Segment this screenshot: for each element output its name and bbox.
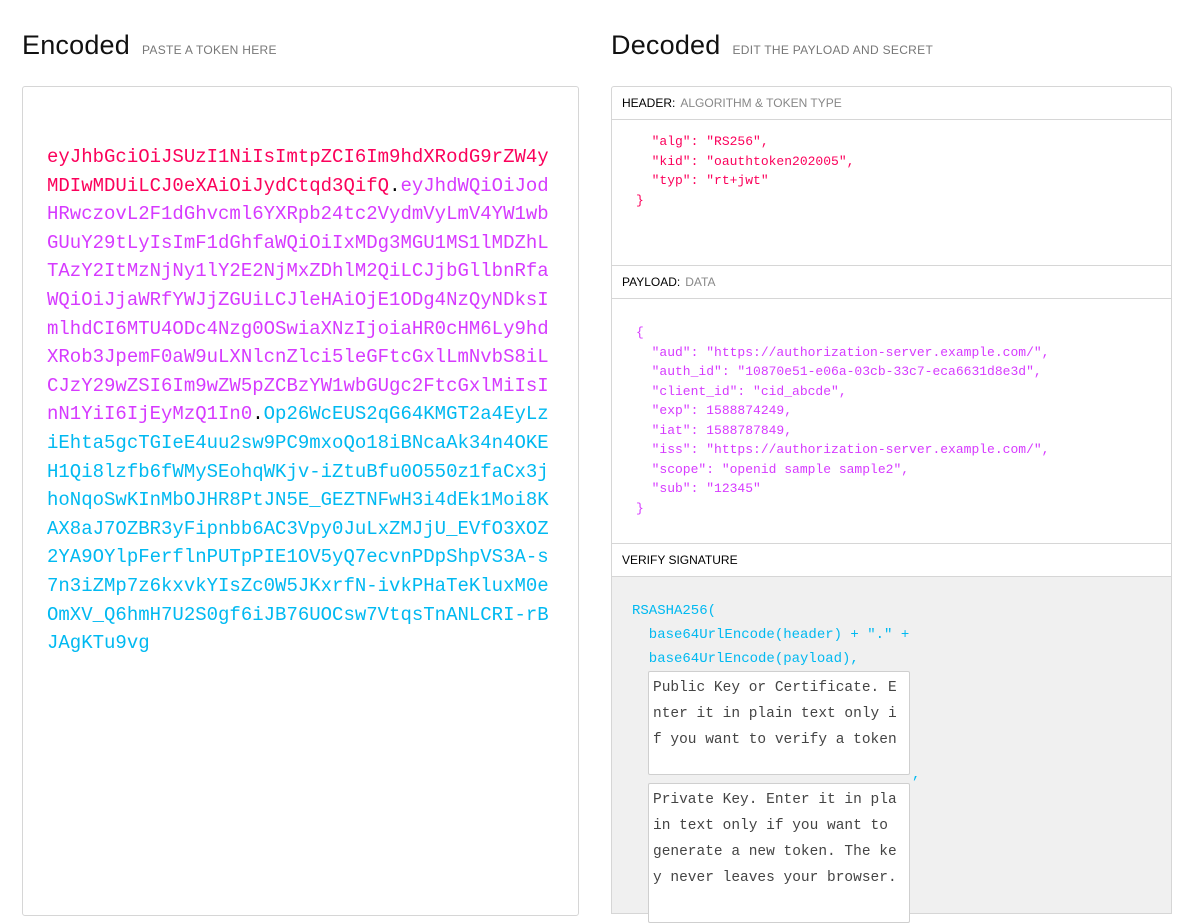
encoded-token-input[interactable]: eyJhbGciOiJSUzI1NiIsImtpZCI6Im9hdXRodG9r… <box>22 86 579 916</box>
signature-comma: , <box>912 767 921 783</box>
header-panel-hint: ALGORITHM & TOKEN TYPE <box>680 96 842 110</box>
header-json-editor[interactable]: "alg": "RS256", "kid": "oauthtoken202005… <box>612 120 1171 265</box>
private-key-input[interactable]: Private Key. Enter it in plain text only… <box>648 783 910 923</box>
token-signature-part: Op26WcEUS2qG64KMGT2a4EyLziEhta5gcTGIeE4u… <box>47 403 549 655</box>
public-key-input[interactable]: Public Key or Certificate. Enter it in p… <box>648 671 910 775</box>
decoded-subtitle: EDIT THE PAYLOAD AND SECRET <box>732 43 934 57</box>
encoded-title: Encoded <box>22 30 130 60</box>
signature-function: RSASHA256( <box>632 603 717 619</box>
header-json[interactable]: "alg": "RS256", "kid": "oauthtoken202005… <box>636 132 1171 210</box>
signature-panel-heading: VERIFY SIGNATURE <box>612 544 1171 577</box>
signature-header-arg: base64UrlEncode(header) + "." + <box>632 627 910 643</box>
signature-panel-label: VERIFY SIGNATURE <box>622 553 738 567</box>
decoded-panels: HEADER: ALGORITHM & TOKEN TYPE "alg": "R… <box>611 86 1172 923</box>
encoded-subtitle: PASTE A TOKEN HERE <box>142 43 277 57</box>
decoded-heading: Decoded EDIT THE PAYLOAD AND SECRET <box>611 30 933 61</box>
header-panel-heading: HEADER: ALGORITHM & TOKEN TYPE <box>612 87 1171 120</box>
header-panel-label: HEADER: <box>622 96 676 110</box>
encoded-token-text[interactable]: eyJhbGciOiJSUzI1NiIsImtpZCI6Im9hdXRodG9r… <box>47 143 554 658</box>
token-separator: . <box>252 403 264 426</box>
payload-panel-heading: PAYLOAD: DATA <box>612 266 1171 299</box>
payload-panel: PAYLOAD: DATA { "aud": "https://authoriz… <box>611 266 1172 544</box>
payload-panel-hint: DATA <box>685 275 716 289</box>
token-separator: . <box>389 174 401 197</box>
signature-payload-arg: base64UrlEncode(payload), <box>632 651 859 667</box>
header-panel: HEADER: ALGORITHM & TOKEN TYPE "alg": "R… <box>611 86 1172 266</box>
encoded-heading: Encoded PASTE A TOKEN HERE <box>22 30 277 61</box>
decoded-title: Decoded <box>611 30 721 60</box>
payload-panel-label: PAYLOAD: <box>622 275 681 289</box>
payload-json-editor[interactable]: { "aud": "https://authorization-server.e… <box>612 299 1171 543</box>
payload-json[interactable]: { "aud": "https://authorization-server.e… <box>636 323 1171 518</box>
token-payload-part: eyJhdWQiOiJodHRwczovL2F1dGhvcml6YXRpb24t… <box>47 174 549 426</box>
signature-body: RSASHA256( base64UrlEncode(header) + "."… <box>612 577 1171 923</box>
signature-panel: VERIFY SIGNATURE RSASHA256( base64UrlEnc… <box>611 544 1172 923</box>
